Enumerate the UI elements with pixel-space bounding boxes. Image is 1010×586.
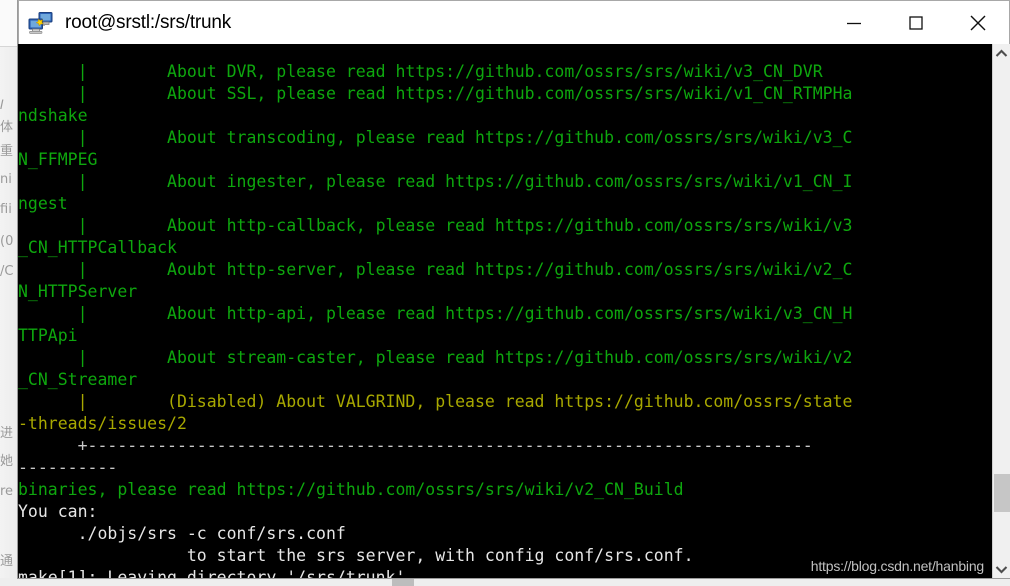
terminal-line: -threads/issues/2 bbox=[18, 413, 187, 433]
terminal-line: _CN_Streamer bbox=[18, 369, 138, 389]
terminal-line: | About http-callback, please read https… bbox=[18, 215, 853, 235]
background-horizontal-scrollbar-thumb[interactable] bbox=[392, 578, 414, 586]
terminal-line: | (Disabled) About VALGRIND, please read… bbox=[18, 391, 853, 411]
close-button[interactable] bbox=[947, 1, 1009, 44]
scroll-down-icon[interactable] bbox=[993, 560, 1010, 578]
maximize-button[interactable] bbox=[885, 1, 947, 44]
terminal-line: You can: bbox=[18, 501, 98, 521]
terminal-line: | About http-api, please read https://gi… bbox=[18, 303, 853, 323]
terminal-line: ./objs/srs -c conf/srs.conf bbox=[18, 523, 346, 543]
terminal-line: ngest bbox=[18, 193, 68, 213]
scrollbar-thumb[interactable] bbox=[994, 474, 1010, 512]
terminal-line: N_FFMPEG bbox=[18, 149, 98, 169]
terminal-line: _CN_HTTPCallback bbox=[18, 237, 177, 257]
terminal-window[interactable]: root@srstl:/srs/trunk | About DVR, pleas… bbox=[18, 0, 1010, 578]
terminal-line: | Aoubt http-server, please read https:/… bbox=[18, 259, 853, 279]
terminal-line: ---------- bbox=[18, 457, 118, 477]
terminal-line: +---------------------------------------… bbox=[18, 435, 813, 455]
terminal-line: binaries, please read https://github.com… bbox=[18, 479, 684, 499]
terminal-line: ndshake bbox=[18, 105, 88, 125]
terminal-line: | About SSL, please read https://github.… bbox=[18, 83, 853, 103]
terminal-line: N_HTTPServer bbox=[18, 281, 138, 301]
minimize-button[interactable] bbox=[823, 1, 885, 44]
terminal-line: TTPApi bbox=[18, 325, 78, 345]
watermark: https://blog.csdn.net/hanbing bbox=[810, 558, 984, 574]
scroll-up-icon[interactable] bbox=[993, 44, 1010, 62]
remote-desktop-icon bbox=[28, 11, 54, 35]
terminal-output-area[interactable]: | About DVR, please read https://github.… bbox=[18, 44, 1010, 578]
title-bar[interactable]: root@srstl:/srs/trunk bbox=[18, 0, 1010, 44]
terminal-line: | About DVR, please read https://github.… bbox=[18, 61, 823, 81]
background-horizontal-scrollbar[interactable] bbox=[0, 578, 1010, 586]
terminal-line: | About transcoding, please read https:/… bbox=[18, 127, 853, 147]
terminal-scrollbar[interactable] bbox=[992, 44, 1010, 578]
window-controls bbox=[823, 1, 1009, 44]
terminal-line: | About ingester, please read https://gi… bbox=[18, 171, 853, 191]
terminal-line: | About stream-caster, please read https… bbox=[18, 347, 853, 367]
terminal-text: | About DVR, please read https://github.… bbox=[18, 61, 978, 579]
window-title: root@srstl:/srs/trunk bbox=[65, 11, 232, 33]
